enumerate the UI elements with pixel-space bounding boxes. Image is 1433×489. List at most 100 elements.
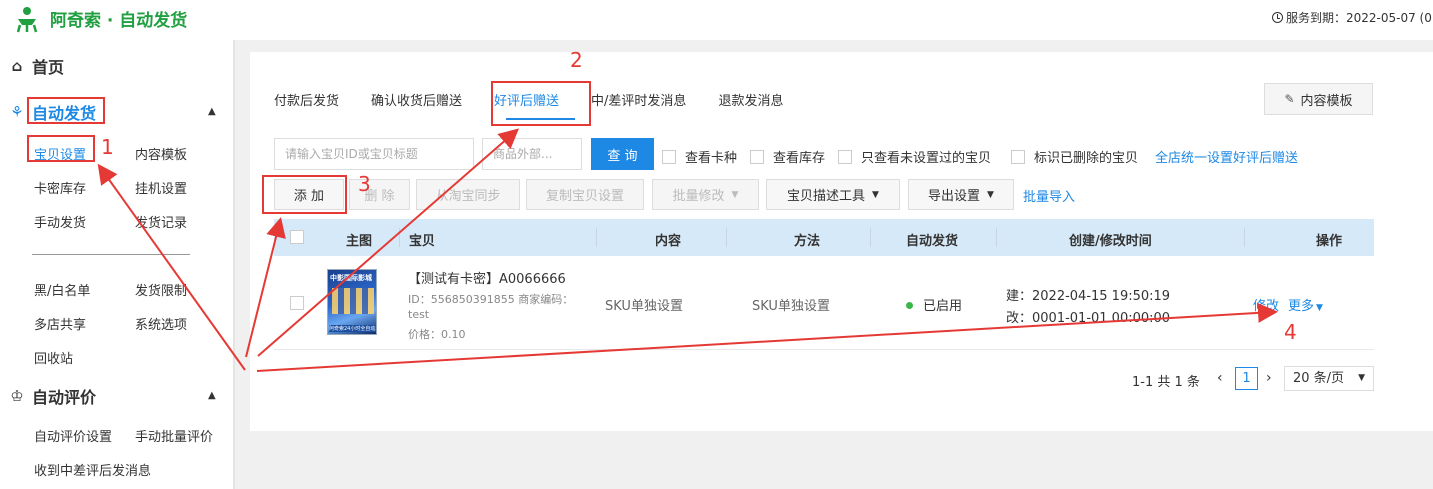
thumbnail-caption: 阿奇索24小时全自动发货 xyxy=(329,325,376,332)
row-checkbox[interactable] xyxy=(290,296,304,310)
sidebar-divider xyxy=(32,254,190,255)
tab-after-confirm-receipt[interactable]: 确认收货后赠送 xyxy=(371,90,462,109)
sidebar-item-auto-review-settings[interactable]: 自动评价设置 xyxy=(34,426,112,445)
copy-settings-button[interactable]: 复制宝贝设置 xyxy=(526,179,644,210)
column-separator xyxy=(596,228,597,247)
filter-deleted-items[interactable]: 标识已删除的宝贝 xyxy=(1011,147,1138,166)
sidebar-group-auto-review[interactable]: ♔ 自动评价 xyxy=(8,384,96,408)
chevron-down-icon: ▼ xyxy=(872,189,879,200)
item-content: SKU单独设置 xyxy=(605,299,683,314)
chevron-down-icon: ▼ xyxy=(1316,303,1323,313)
status-badge: 已启用 xyxy=(906,295,962,314)
sync-taobao-button[interactable]: 从淘宝同步 xyxy=(416,179,520,210)
top-header: 阿奇索 · 自动发货 服务到期：2022-05-07 (0 xyxy=(0,0,1433,40)
store-wide-setting-link[interactable]: 全店统一设置好评后赠送 xyxy=(1155,147,1298,166)
sidebar-item-system-options[interactable]: 系统选项 xyxy=(135,314,187,333)
item-method: SKU单独设置 xyxy=(752,299,830,314)
tab-refund-message[interactable]: 退款发消息 xyxy=(718,90,783,109)
query-button[interactable]: 查 询 xyxy=(591,138,654,170)
sidebar-item-multi-store[interactable]: 多店共享 xyxy=(34,314,86,333)
sidebar-item-home[interactable]: ⌂ 首页 xyxy=(8,54,64,78)
sidebar-item-ship-records[interactable]: 发货记录 xyxy=(135,212,187,231)
column-separator xyxy=(1244,228,1245,247)
batch-edit-dropdown[interactable]: 批量修改 ▼ xyxy=(652,179,759,210)
column-separator xyxy=(996,228,997,247)
review-icon: ♔ xyxy=(10,387,24,405)
home-icon: ⌂ xyxy=(11,57,23,75)
annotation-number-3: 3 xyxy=(358,172,371,196)
item-merchant-code: test xyxy=(408,308,430,321)
sidebar-auto-review-label: 自动评价 xyxy=(32,388,97,407)
service-expiry: 服务到期：2022-05-07 (0 xyxy=(1272,9,1432,26)
app-title: 阿奇索 · 自动发货 xyxy=(50,11,188,31)
tab-negative-review-message[interactable]: 中/差评时发消息 xyxy=(591,90,686,109)
description-tool-dropdown[interactable]: 宝贝描述工具 ▼ xyxy=(766,179,900,210)
item-search-input[interactable]: 请输入宝贝ID或宝贝标题 xyxy=(274,138,474,170)
annotation-box-add xyxy=(262,175,347,214)
sidebar-item-card-stock[interactable]: 卡密库存 xyxy=(34,178,86,197)
annotation-box-item-settings xyxy=(27,135,95,162)
chevron-down-icon: ▼ xyxy=(731,189,739,200)
row-divider xyxy=(274,349,1374,350)
filter-stock[interactable]: 查看库存 xyxy=(750,147,825,166)
chevron-down-icon: ▼ xyxy=(1358,373,1365,383)
page-number[interactable]: 1 xyxy=(1235,367,1258,390)
item-price: 价格：0.10 xyxy=(408,328,466,341)
column-header-method: 方法 xyxy=(794,234,821,249)
column-header-content: 内容 xyxy=(655,234,682,249)
sidebar-item-manual-batch-review[interactable]: 手动批量评价 xyxy=(135,426,213,445)
prev-page-icon[interactable]: ‹ xyxy=(1217,370,1223,386)
created-time: 建：2022-04-15 19:50:19 xyxy=(1006,289,1171,304)
more-dropdown[interactable]: 更多 ▼ xyxy=(1288,295,1323,314)
thumbnail-art xyxy=(332,288,374,314)
chevron-up-icon[interactable]: ▲ xyxy=(208,390,216,401)
sidebar-item-negative-review-message[interactable]: 收到中差评后发消息 xyxy=(34,460,151,479)
auto-ship-icon: ⚘ xyxy=(10,103,24,121)
sidebar-home-label: 首页 xyxy=(32,58,65,77)
status-dot-icon xyxy=(906,302,913,309)
checkbox[interactable] xyxy=(1011,149,1025,164)
sidebar-item-manual-ship[interactable]: 手动发货 xyxy=(34,212,86,231)
main-panel: 付款后发货 确认收货后赠送 好评后赠送 中/差评时发消息 退款发消息 ✎ 内容模… xyxy=(250,52,1433,431)
content-template-button[interactable]: ✎ 内容模板 xyxy=(1264,83,1373,115)
column-separator xyxy=(726,228,727,247)
chevron-up-icon[interactable]: ▲ xyxy=(208,106,216,117)
select-all-checkbox[interactable] xyxy=(290,230,304,244)
annotation-box-tab xyxy=(491,81,591,126)
modified-time: 改：0001-01-01 00:00:00 xyxy=(1006,311,1171,326)
clock-icon xyxy=(1272,12,1283,23)
column-separator xyxy=(870,228,871,247)
filter-unset-items[interactable]: 只查看未设置过的宝贝 xyxy=(838,147,991,166)
thumbnail-title: 中影国际影城 xyxy=(330,274,372,282)
sidebar-item-content-template[interactable]: 内容模板 xyxy=(135,144,187,163)
checkbox[interactable] xyxy=(838,149,852,164)
column-header-image: 主图 xyxy=(346,234,373,249)
export-settings-dropdown[interactable]: 导出设置 ▼ xyxy=(908,179,1014,210)
filter-card-type[interactable]: 查看卡种 xyxy=(662,147,737,166)
annotation-number-4: 4 xyxy=(1284,320,1297,344)
edit-link[interactable]: 修改 xyxy=(1253,295,1279,314)
chevron-down-icon: ▼ xyxy=(987,189,994,200)
column-header-auto-ship: 自动发货 xyxy=(906,234,959,249)
tab-after-payment[interactable]: 付款后发货 xyxy=(274,90,339,109)
checkbox[interactable] xyxy=(662,149,676,164)
annotation-box-sidebar xyxy=(27,97,105,124)
sidebar-item-black-white-list[interactable]: 黑/白名单 xyxy=(34,280,90,299)
pagination-summary: 1-1 共 1 条 xyxy=(1132,375,1200,390)
page-size-select[interactable]: 20 条/页 ▼ xyxy=(1284,366,1374,391)
next-page-icon[interactable]: › xyxy=(1266,370,1272,386)
logo-icon xyxy=(16,7,38,33)
sidebar-item-idle-settings[interactable]: 挂机设置 xyxy=(135,178,187,197)
batch-import-link[interactable]: 批量导入 xyxy=(1023,186,1075,205)
annotation-number-1: 1 xyxy=(101,135,114,159)
sidebar-item-ship-limit[interactable]: 发货限制 xyxy=(135,280,187,299)
item-id: ID：556850391855 商家编码： xyxy=(408,293,574,306)
column-separator xyxy=(399,228,400,247)
checkbox[interactable] xyxy=(750,149,764,164)
sidebar-item-recycle-bin[interactable]: 回收站 xyxy=(34,348,73,367)
table-header: 主图 宝贝 内容 方法 自动发货 创建/修改时间 操作 xyxy=(274,219,1374,256)
outer-code-input[interactable]: 商品外部... xyxy=(482,138,582,170)
item-title[interactable]: 【测试有卡密】A0066666 xyxy=(408,268,566,287)
edit-icon: ✎ xyxy=(1284,92,1295,106)
item-thumbnail[interactable]: 中影国际影城 阿奇索24小时全自动发货 xyxy=(327,269,377,335)
